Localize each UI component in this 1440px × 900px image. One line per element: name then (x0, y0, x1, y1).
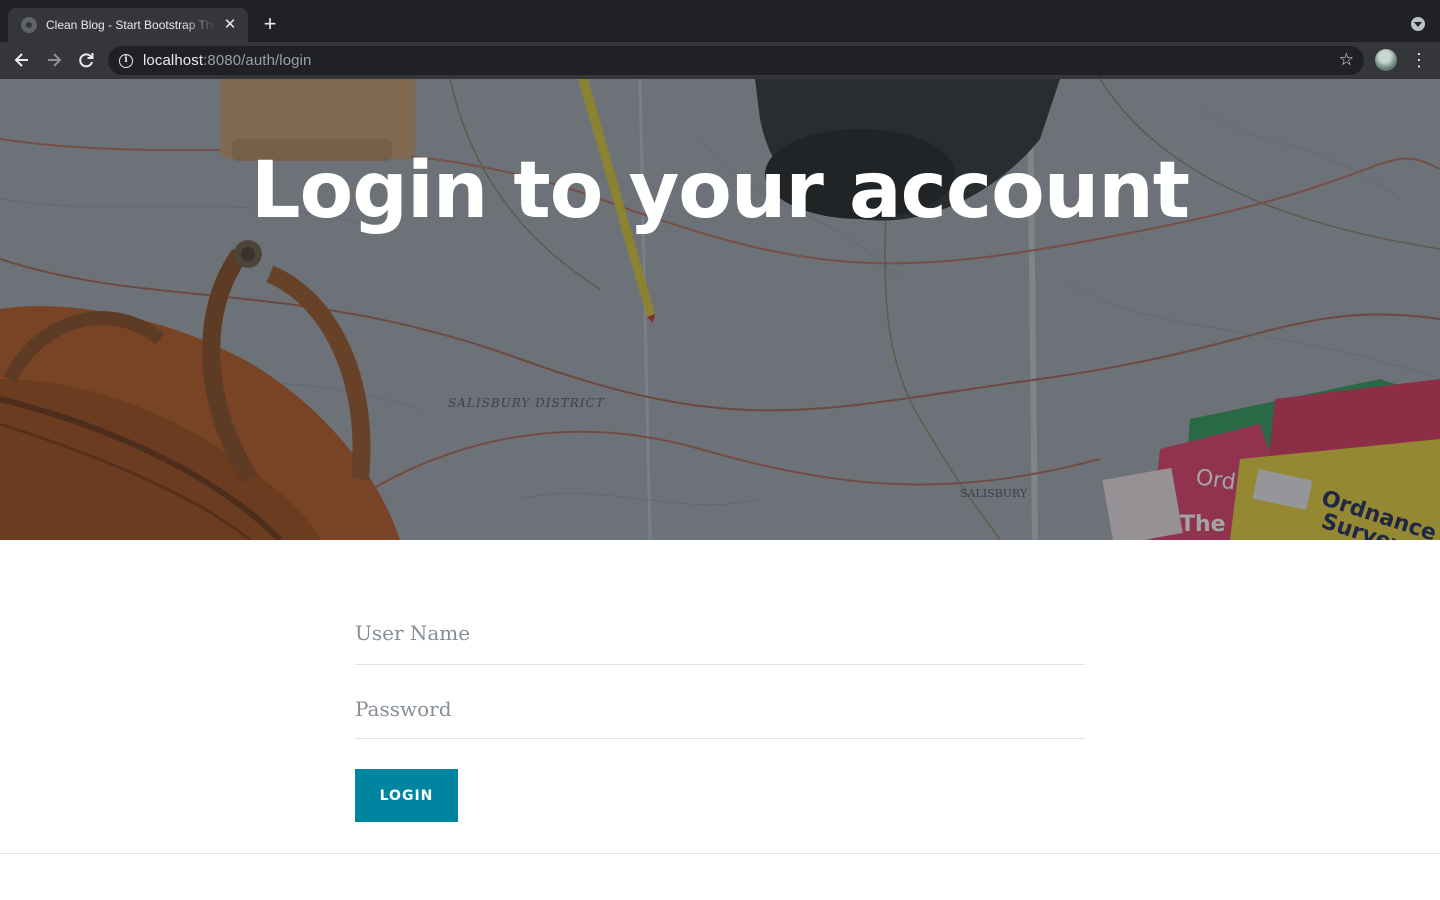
browser-toolbar: i localhost:8080/auth/login ☆ ⋮ (0, 42, 1440, 79)
login-button[interactable]: Login (355, 769, 458, 822)
arrow-right-icon (48, 53, 62, 67)
kebab-menu-icon[interactable]: ⋮ (1410, 49, 1428, 71)
masthead: Ordnance Survey Ord The SALISBURY DISTRI… (0, 79, 1440, 540)
browser-tab-strip: Clean Blog - Start Bootstrap Theme ✕ + (0, 0, 1440, 42)
page-viewport: Ordnance Survey Ord The SALISBURY DISTRI… (0, 79, 1440, 900)
username-input[interactable] (355, 621, 1085, 645)
browser-tab[interactable]: Clean Blog - Start Bootstrap Theme ✕ (8, 8, 248, 42)
globe-icon (21, 17, 37, 33)
arrow-left-icon (14, 53, 28, 67)
url-text: localhost:8080/auth/login (143, 52, 312, 69)
reload-button[interactable] (76, 50, 96, 70)
info-icon[interactable]: i (119, 53, 133, 68)
reload-icon (79, 53, 94, 68)
password-field-group (355, 665, 1085, 739)
username-field-group (355, 599, 1085, 665)
tab-search-button[interactable] (1411, 17, 1425, 31)
login-form: Login (355, 599, 1085, 822)
tab-title: Clean Blog - Start Bootstrap Theme (46, 18, 216, 32)
new-tab-button[interactable]: + (260, 13, 280, 35)
password-input[interactable] (355, 697, 1085, 721)
forward-button[interactable] (44, 50, 64, 70)
page-title: Login to your account (250, 146, 1190, 236)
footer-divider (0, 853, 1440, 854)
close-icon[interactable]: ✕ (222, 17, 238, 33)
address-bar[interactable]: i localhost:8080/auth/login ☆ (108, 46, 1364, 75)
star-icon[interactable]: ☆ (1339, 50, 1354, 70)
back-button[interactable] (12, 50, 32, 70)
avatar[interactable] (1375, 49, 1397, 71)
